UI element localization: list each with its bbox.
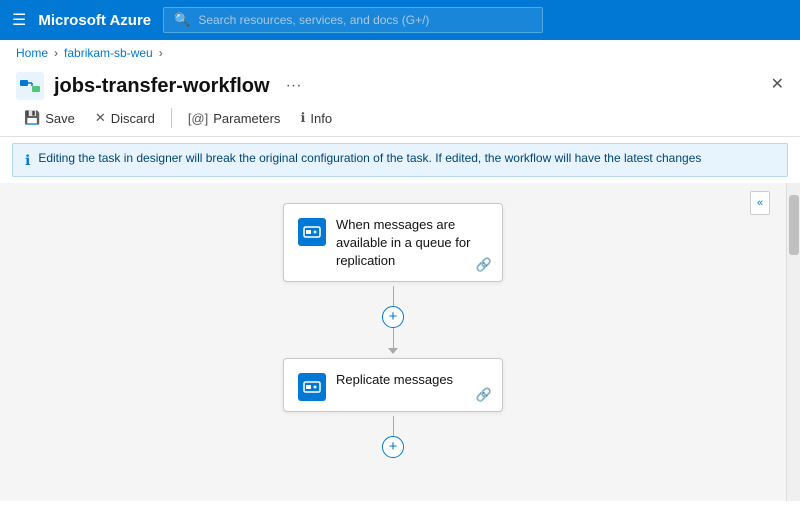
info-button[interactable]: ℹ Info: [292, 106, 340, 130]
trigger-node-title: When messages are available in a queue f…: [336, 216, 488, 271]
info-icon: ℹ: [300, 110, 305, 126]
action-service-icon: [298, 373, 326, 401]
discard-icon: ✕: [95, 110, 106, 126]
action-link-icon: 🔗: [476, 387, 492, 403]
connector-2: +: [382, 416, 404, 458]
canvas-wrapper: « When messages are available in a queue…: [0, 183, 800, 501]
info-bar-icon: ℹ: [25, 152, 30, 169]
toolbar: 💾 Save ✕ Discard [@] Parameters ℹ Info: [0, 102, 800, 137]
breadcrumb-home[interactable]: Home: [16, 46, 48, 60]
info-bar: ℹ Editing the task in designer will brea…: [12, 143, 788, 177]
search-bar[interactable]: 🔍: [163, 7, 543, 33]
close-button[interactable]: ✕: [771, 74, 784, 94]
action-node[interactable]: Replicate messages 🔗: [283, 358, 503, 412]
connector-1: +: [382, 286, 404, 354]
trigger-service-icon: [298, 218, 326, 246]
page-title: jobs-transfer-workflow: [54, 75, 270, 98]
breadcrumb-resource[interactable]: fabrikam-sb-weu: [64, 46, 153, 60]
parameters-icon: [@]: [188, 111, 208, 126]
save-button[interactable]: 💾 Save: [16, 106, 83, 130]
info-bar-message: Editing the task in designer will break …: [38, 151, 701, 165]
ellipsis-button[interactable]: ···: [280, 75, 308, 97]
trigger-link-icon: 🔗: [476, 257, 492, 273]
connector-line-top: [393, 286, 394, 306]
scrollbar-thumb: [789, 195, 799, 255]
collapse-button[interactable]: «: [750, 191, 770, 215]
toolbar-separator: [171, 108, 172, 128]
top-nav-bar: ☰ Microsoft Azure 🔍: [0, 0, 800, 40]
node-header: When messages are available in a queue f…: [298, 216, 488, 271]
connector-line-2: [393, 416, 394, 436]
breadcrumb: Home › fabrikam-sb-weu ›: [0, 40, 800, 66]
trigger-node[interactable]: When messages are available in a queue f…: [283, 203, 503, 282]
add-step-button-2[interactable]: +: [382, 436, 404, 458]
connector-line-bottom: [393, 328, 394, 348]
hamburger-icon[interactable]: ☰: [12, 10, 26, 30]
workflow-canvas: « When messages are available in a queue…: [0, 183, 786, 501]
action-node-title: Replicate messages: [336, 371, 453, 389]
vertical-scrollbar[interactable]: [786, 183, 800, 501]
discard-button[interactable]: ✕ Discard: [87, 106, 163, 130]
azure-logo: Microsoft Azure: [38, 12, 151, 29]
title-area: jobs-transfer-workflow ··· ✕: [0, 66, 800, 102]
search-icon: 🔍: [174, 12, 190, 28]
search-input[interactable]: [198, 13, 532, 27]
workflow-icon: [16, 72, 44, 100]
save-icon: 💾: [24, 110, 40, 126]
parameters-button[interactable]: [@] Parameters: [180, 107, 289, 130]
add-step-button-1[interactable]: +: [382, 306, 404, 328]
action-node-header: Replicate messages: [298, 371, 488, 401]
arrow-down-1: [388, 348, 398, 354]
